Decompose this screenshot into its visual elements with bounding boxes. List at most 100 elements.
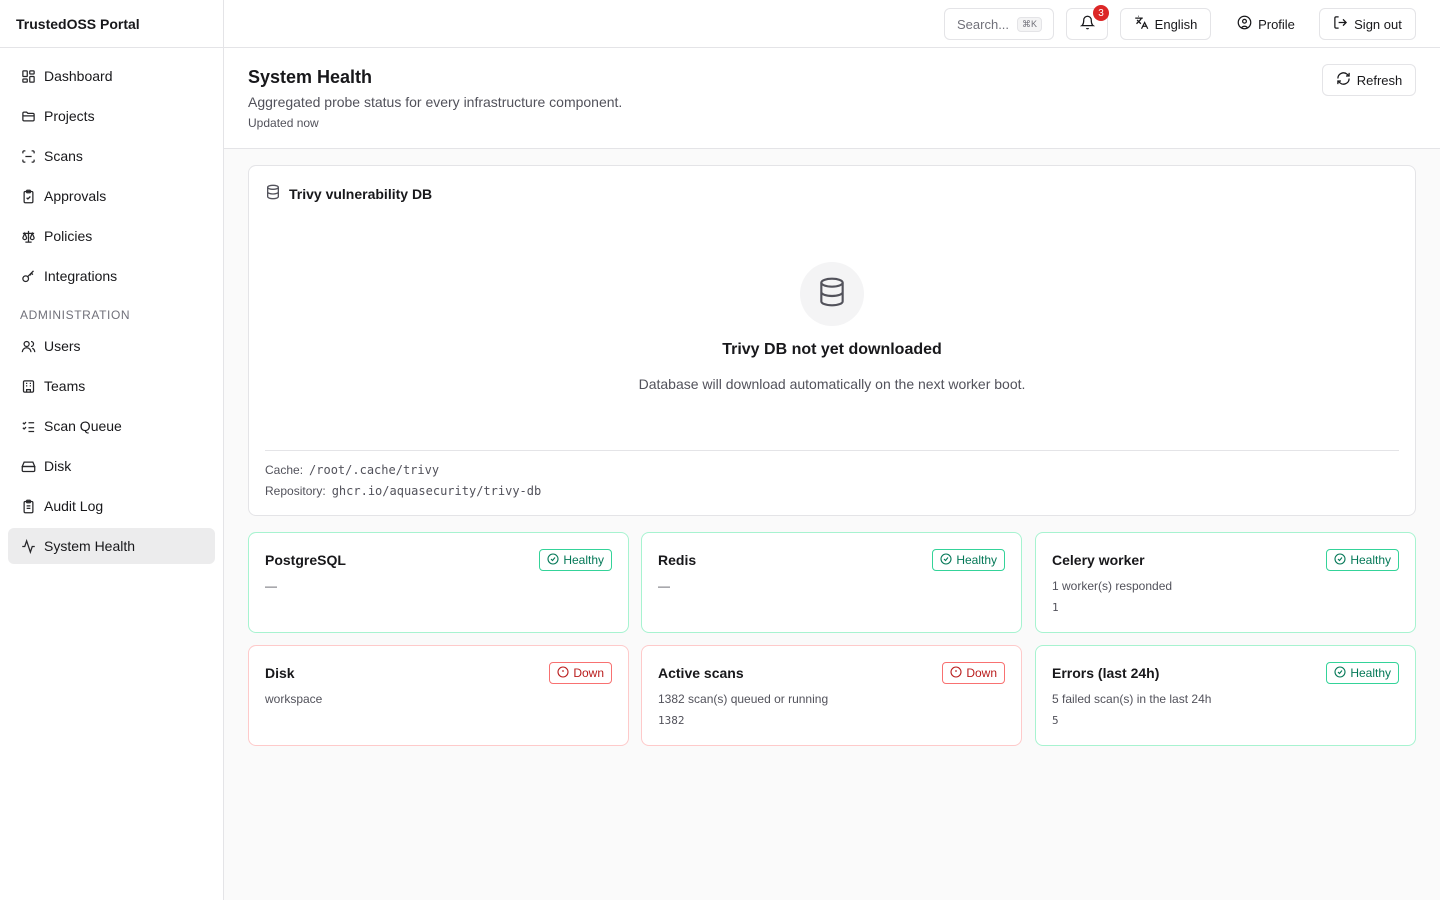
sidebar-item-approvals[interactable]: Approvals <box>8 178 215 214</box>
empty-state-icon <box>800 262 864 326</box>
brand-title[interactable]: TrustedOSS Portal <box>0 0 223 48</box>
shortcut-hint: ⌘K <box>1017 16 1043 32</box>
status-label: Healthy <box>1350 553 1391 567</box>
alert-circle-icon <box>557 665 569 681</box>
database-icon <box>265 184 281 203</box>
card-detail: 5 failed scan(s) in the last 24h <box>1052 692 1212 706</box>
sidebar-item-users[interactable]: Users <box>8 328 215 364</box>
sidebar-item-disk[interactable]: Disk <box>8 448 215 484</box>
trivy-db-card: Trivy vulnerability DB Trivy DB not yet … <box>248 165 1416 516</box>
status-badge: Healthy <box>539 549 612 571</box>
folder-icon <box>20 108 36 124</box>
page-subtitle: Aggregated probe status for every infras… <box>248 94 623 110</box>
sidebar-item-policies[interactable]: Policies <box>8 218 215 254</box>
languages-icon <box>1134 15 1149 33</box>
refresh-label: Refresh <box>1356 72 1403 88</box>
status-label: Down <box>966 666 997 680</box>
sidebar: TrustedOSS Portal Dashboard Projects Sca… <box>0 0 224 900</box>
status-card-postgresql: PostgreSQL Healthy — <box>248 532 629 633</box>
status-card-disk: Disk Down workspace <box>248 645 629 746</box>
clipboard-list-icon <box>20 498 36 514</box>
card-value: 1382 <box>658 714 685 727</box>
refresh-button[interactable]: Refresh <box>1322 64 1416 96</box>
sidebar-item-integrations[interactable]: Integrations <box>8 258 215 294</box>
check-circle-icon <box>1334 665 1346 681</box>
sidebar-item-teams[interactable]: Teams <box>8 368 215 404</box>
divider <box>265 450 1399 451</box>
list-checks-icon <box>20 418 36 434</box>
sidebar-item-label: Scan Queue <box>44 418 122 434</box>
sidebar-item-projects[interactable]: Projects <box>8 98 215 134</box>
users-icon <box>20 338 36 354</box>
status-card-celery-worker: Celery worker Healthy 1 worker(s) respon… <box>1035 532 1416 633</box>
building-icon <box>20 378 36 394</box>
card-value: 1 <box>1052 601 1059 614</box>
notifications-button[interactable]: 3 <box>1066 5 1109 40</box>
check-circle-icon <box>940 552 952 568</box>
repository-row: Repository: ghcr.io/aquasecurity/trivy-d… <box>265 484 541 498</box>
status-badge: Down <box>549 662 612 684</box>
status-label: Down <box>573 666 604 680</box>
topbar: Search... ⌘K 3 English Profile Sign out <box>224 0 1440 48</box>
status-label: Healthy <box>956 553 997 567</box>
card-value: 5 <box>1052 714 1059 727</box>
card-detail: workspace <box>265 692 323 706</box>
empty-state-title: Trivy DB not yet downloaded <box>722 341 942 358</box>
status-badge: Healthy <box>932 549 1005 571</box>
status-label: Healthy <box>563 553 604 567</box>
sidebar-item-dashboard[interactable]: Dashboard <box>8 58 215 94</box>
sidebar-item-label: Approvals <box>44 188 107 204</box>
repository-label: Repository: <box>265 484 326 498</box>
card-detail: 1 worker(s) responded <box>1052 579 1173 593</box>
updated-timestamp: Updated now <box>248 116 319 130</box>
sidebar-item-label: Policies <box>44 228 93 244</box>
refresh-icon <box>1336 71 1351 89</box>
language-label: English <box>1154 16 1198 32</box>
status-badge: Down <box>942 662 1005 684</box>
dashboard-icon <box>20 68 36 84</box>
search-button[interactable]: Search... ⌘K <box>944 8 1054 40</box>
alert-circle-icon <box>950 665 962 681</box>
cache-row: Cache: /root/.cache/trivy <box>265 463 439 477</box>
status-badge: Healthy <box>1326 662 1399 684</box>
profile-button[interactable]: Profile <box>1224 8 1308 40</box>
trivy-card-title: Trivy vulnerability DB <box>289 185 433 202</box>
sidebar-item-audit-log[interactable]: Audit Log <box>8 488 215 524</box>
scan-icon <box>20 148 36 164</box>
database-icon <box>816 276 848 313</box>
sidebar-item-scan-queue[interactable]: Scan Queue <box>8 408 215 444</box>
status-card-active-scans: Active scans Down 1382 scan(s) queued or… <box>641 645 1022 746</box>
status-badge: Healthy <box>1326 549 1399 571</box>
language-selector[interactable]: English <box>1120 8 1211 40</box>
sidebar-item-label: Scans <box>44 148 83 164</box>
card-title: Celery worker <box>1052 552 1145 568</box>
sidebar-item-label: Teams <box>44 378 86 394</box>
sidebar-item-label: Dashboard <box>44 68 113 84</box>
sign-out-button[interactable]: Sign out <box>1319 8 1416 40</box>
sidebar-section-administration: ADMINISTRATION <box>20 308 131 322</box>
card-title: PostgreSQL <box>265 552 346 568</box>
sign-out-label: Sign out <box>1354 16 1402 32</box>
page-title: System Health <box>248 67 373 87</box>
card-title: Active scans <box>658 665 744 681</box>
scale-icon <box>20 228 36 244</box>
activity-icon <box>20 538 36 554</box>
sidebar-item-label: Projects <box>44 108 95 124</box>
profile-label: Profile <box>1258 16 1295 32</box>
notification-count-badge: 3 <box>1093 5 1109 21</box>
search-placeholder: Search... <box>957 16 1010 32</box>
cache-path: /root/.cache/trivy <box>309 463 440 477</box>
status-label: Healthy <box>1350 666 1391 680</box>
card-detail: 1382 scan(s) queued or running <box>658 692 829 706</box>
sidebar-item-system-health[interactable]: System Health <box>8 528 215 564</box>
trivy-card-header: Trivy vulnerability DB <box>265 184 432 203</box>
sidebar-item-label: Disk <box>44 458 72 474</box>
sidebar-nav: Dashboard Projects Scans Approvals Polic… <box>0 48 223 578</box>
sidebar-item-scans[interactable]: Scans <box>8 138 215 174</box>
hard-drive-icon <box>20 458 36 474</box>
check-circle-icon <box>547 552 559 568</box>
key-icon <box>20 268 36 284</box>
card-title: Disk <box>265 665 295 681</box>
user-circle-icon <box>1237 15 1252 33</box>
clipboard-check-icon <box>20 188 36 204</box>
